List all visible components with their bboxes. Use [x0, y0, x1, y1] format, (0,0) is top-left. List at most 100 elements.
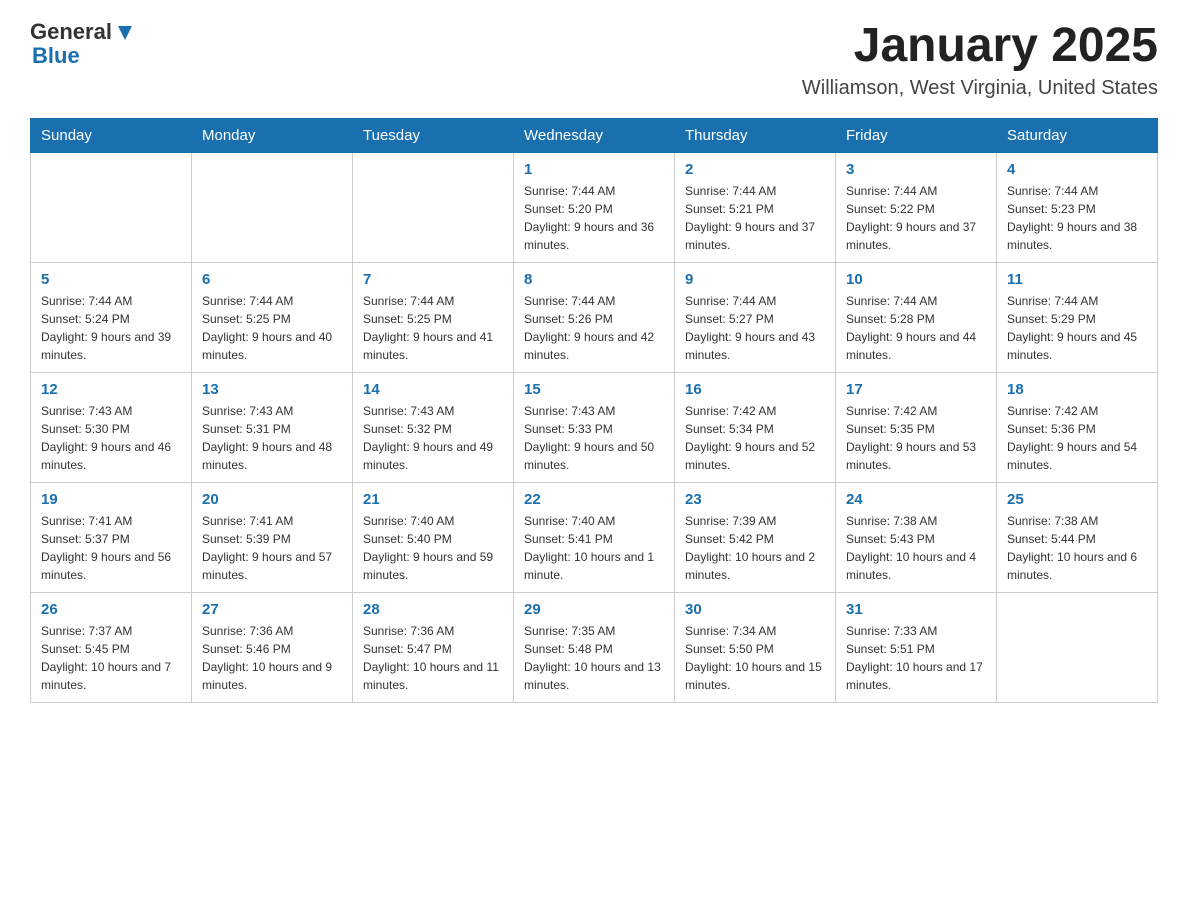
day-number: 29 [524, 601, 664, 618]
day-number: 23 [685, 491, 825, 508]
day-info: Sunrise: 7:44 AM Sunset: 5:20 PM Dayligh… [524, 182, 664, 254]
day-number: 9 [685, 271, 825, 288]
day-info: Sunrise: 7:44 AM Sunset: 5:24 PM Dayligh… [41, 292, 181, 364]
day-info: Sunrise: 7:34 AM Sunset: 5:50 PM Dayligh… [685, 622, 825, 694]
calendar-cell: 10 Sunrise: 7:44 AM Sunset: 5:28 PM Dayli… [836, 262, 997, 372]
calendar-cell [31, 152, 192, 262]
day-number: 6 [202, 271, 342, 288]
day-number: 31 [846, 601, 986, 618]
day-number: 14 [363, 381, 503, 398]
calendar-cell: 28Sunrise: 7:36 AM Sunset: 5:47 PM Dayli… [353, 592, 514, 702]
header-day-tuesday: Tuesday [353, 118, 514, 152]
logo-text-blue: Blue [32, 44, 136, 68]
day-info: Sunrise: 7:44 AM Sunset: 5:23 PM Dayligh… [1007, 182, 1147, 254]
day-number: 3 [846, 161, 986, 178]
day-number: 28 [363, 601, 503, 618]
day-info: Sunrise: 7:36 AM Sunset: 5:46 PM Dayligh… [202, 622, 342, 694]
title-section: January 2025 Williamson, West Virginia, … [802, 20, 1158, 100]
header-day-saturday: Saturday [997, 118, 1158, 152]
day-number: 26 [41, 601, 181, 618]
day-info: Sunrise: 7:44 AM Sunset: 5:22 PM Dayligh… [846, 182, 986, 254]
day-number: 8 [524, 271, 664, 288]
day-info: Sunrise: 7:41 AM Sunset: 5:39 PM Dayligh… [202, 512, 342, 584]
calendar-cell: 9 Sunrise: 7:44 AM Sunset: 5:27 PM Daylig… [675, 262, 836, 372]
day-number: 5 [41, 271, 181, 288]
day-info: Sunrise: 7:42 AM Sunset: 5:35 PM Dayligh… [846, 402, 986, 474]
day-info: Sunrise: 7:38 AM Sunset: 5:43 PM Dayligh… [846, 512, 986, 584]
calendar-cell: 26Sunrise: 7:37 AM Sunset: 5:45 PM Dayli… [31, 592, 192, 702]
day-number: 18 [1007, 381, 1147, 398]
calendar-title: January 2025 [802, 20, 1158, 73]
week-row-4: 19 Sunrise: 7:41 AM Sunset: 5:37 PM Dayli… [31, 482, 1158, 592]
calendar-cell: 2Sunrise: 7:44 AM Sunset: 5:21 PM Daylig… [675, 152, 836, 262]
calendar-cell: 6 Sunrise: 7:44 AM Sunset: 5:25 PM Daylig… [192, 262, 353, 372]
header-day-monday: Monday [192, 118, 353, 152]
calendar-cell: 3 Sunrise: 7:44 AM Sunset: 5:22 PM Daylig… [836, 152, 997, 262]
day-info: Sunrise: 7:44 AM Sunset: 5:26 PM Dayligh… [524, 292, 664, 364]
calendar-cell: 8 Sunrise: 7:44 AM Sunset: 5:26 PM Daylig… [514, 262, 675, 372]
day-info: Sunrise: 7:44 AM Sunset: 5:29 PM Dayligh… [1007, 292, 1147, 364]
header-row: SundayMondayTuesdayWednesdayThursdayFrid… [31, 118, 1158, 152]
day-number: 30 [685, 601, 825, 618]
day-info: Sunrise: 7:42 AM Sunset: 5:34 PM Dayligh… [685, 402, 825, 474]
day-info: Sunrise: 7:43 AM Sunset: 5:30 PM Dayligh… [41, 402, 181, 474]
calendar-cell [997, 592, 1158, 702]
day-info: Sunrise: 7:44 AM Sunset: 5:27 PM Dayligh… [685, 292, 825, 364]
calendar-cell: 16 Sunrise: 7:42 AM Sunset: 5:34 PM Dayli… [675, 372, 836, 482]
day-number: 21 [363, 491, 503, 508]
logo-text-general: General [30, 20, 112, 44]
day-info: Sunrise: 7:33 AM Sunset: 5:51 PM Dayligh… [846, 622, 986, 694]
day-number: 1 [524, 161, 664, 178]
calendar-cell: 20 Sunrise: 7:41 AM Sunset: 5:39 PM Dayli… [192, 482, 353, 592]
day-info: Sunrise: 7:35 AM Sunset: 5:48 PM Dayligh… [524, 622, 664, 694]
calendar-cell [192, 152, 353, 262]
day-info: Sunrise: 7:44 AM Sunset: 5:28 PM Dayligh… [846, 292, 986, 364]
day-info: Sunrise: 7:42 AM Sunset: 5:36 PM Dayligh… [1007, 402, 1147, 474]
day-info: Sunrise: 7:39 AM Sunset: 5:42 PM Dayligh… [685, 512, 825, 584]
day-info: Sunrise: 7:43 AM Sunset: 5:33 PM Dayligh… [524, 402, 664, 474]
calendar-cell: 5 Sunrise: 7:44 AM Sunset: 5:24 PM Daylig… [31, 262, 192, 372]
day-number: 16 [685, 381, 825, 398]
day-info: Sunrise: 7:38 AM Sunset: 5:44 PM Dayligh… [1007, 512, 1147, 584]
day-number: 15 [524, 381, 664, 398]
day-number: 2 [685, 161, 825, 178]
page-header: General Blue January 2025 Williamson, We… [30, 20, 1158, 100]
calendar-cell: 18 Sunrise: 7:42 AM Sunset: 5:36 PM Dayli… [997, 372, 1158, 482]
week-row-1: 1 Sunrise: 7:44 AM Sunset: 5:20 PM Daylig… [31, 152, 1158, 262]
calendar-cell: 7Sunrise: 7:44 AM Sunset: 5:25 PM Daylig… [353, 262, 514, 372]
calendar-cell: 23 Sunrise: 7:39 AM Sunset: 5:42 PM Dayli… [675, 482, 836, 592]
calendar-cell: 13Sunrise: 7:43 AM Sunset: 5:31 PM Dayli… [192, 372, 353, 482]
calendar-cell: 1 Sunrise: 7:44 AM Sunset: 5:20 PM Daylig… [514, 152, 675, 262]
header-day-thursday: Thursday [675, 118, 836, 152]
day-info: Sunrise: 7:44 AM Sunset: 5:25 PM Dayligh… [202, 292, 342, 364]
day-number: 19 [41, 491, 181, 508]
calendar-cell: 4 Sunrise: 7:44 AM Sunset: 5:23 PM Daylig… [997, 152, 1158, 262]
calendar-cell: 24 Sunrise: 7:38 AM Sunset: 5:43 PM Dayli… [836, 482, 997, 592]
week-row-2: 5 Sunrise: 7:44 AM Sunset: 5:24 PM Daylig… [31, 262, 1158, 372]
calendar-cell: 11Sunrise: 7:44 AM Sunset: 5:29 PM Dayli… [997, 262, 1158, 372]
calendar-cell: 21 Sunrise: 7:40 AM Sunset: 5:40 PM Dayli… [353, 482, 514, 592]
day-number: 24 [846, 491, 986, 508]
day-info: Sunrise: 7:40 AM Sunset: 5:40 PM Dayligh… [363, 512, 503, 584]
calendar-cell: 27Sunrise: 7:36 AM Sunset: 5:46 PM Dayli… [192, 592, 353, 702]
calendar-cell: 12 Sunrise: 7:43 AM Sunset: 5:30 PM Dayli… [31, 372, 192, 482]
header-day-wednesday: Wednesday [514, 118, 675, 152]
day-number: 12 [41, 381, 181, 398]
calendar-cell: 31 Sunrise: 7:33 AM Sunset: 5:51 PM Dayli… [836, 592, 997, 702]
calendar-cell: 15 Sunrise: 7:43 AM Sunset: 5:33 PM Dayli… [514, 372, 675, 482]
calendar-cell: 29 Sunrise: 7:35 AM Sunset: 5:48 PM Dayli… [514, 592, 675, 702]
calendar-cell: 22Sunrise: 7:40 AM Sunset: 5:41 PM Dayli… [514, 482, 675, 592]
calendar-cell: 30 Sunrise: 7:34 AM Sunset: 5:50 PM Dayli… [675, 592, 836, 702]
day-number: 22 [524, 491, 664, 508]
calendar-cell: 25Sunrise: 7:38 AM Sunset: 5:44 PM Dayli… [997, 482, 1158, 592]
day-number: 20 [202, 491, 342, 508]
header-day-friday: Friday [836, 118, 997, 152]
day-number: 4 [1007, 161, 1147, 178]
day-number: 10 [846, 271, 986, 288]
day-number: 13 [202, 381, 342, 398]
day-info: Sunrise: 7:44 AM Sunset: 5:25 PM Dayligh… [363, 292, 503, 364]
calendar-table: SundayMondayTuesdayWednesdayThursdayFrid… [30, 118, 1158, 703]
day-info: Sunrise: 7:43 AM Sunset: 5:32 PM Dayligh… [363, 402, 503, 474]
calendar-cell: 14 Sunrise: 7:43 AM Sunset: 5:32 PM Dayli… [353, 372, 514, 482]
day-info: Sunrise: 7:41 AM Sunset: 5:37 PM Dayligh… [41, 512, 181, 584]
